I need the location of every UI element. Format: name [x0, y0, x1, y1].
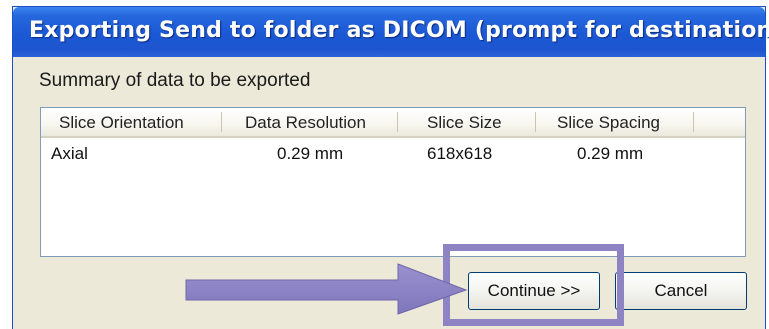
column-header-data-resolution[interactable]: Data Resolution — [245, 113, 366, 133]
column-header-slice-spacing[interactable]: Slice Spacing — [557, 113, 660, 133]
title-bar[interactable]: Exporting Send to folder as DICOM (promp… — [13, 7, 769, 57]
export-summary-list[interactable]: Slice Orientation Data Resolution Slice … — [40, 107, 746, 257]
cell-slice-spacing: 0.29 mm — [577, 144, 644, 163]
column-divider[interactable] — [397, 112, 398, 132]
window-title: Exporting Send to folder as DICOM (promp… — [29, 18, 769, 43]
cancel-button[interactable]: Cancel — [615, 272, 747, 310]
column-header-slice-size[interactable]: Slice Size — [427, 113, 502, 133]
column-divider[interactable] — [693, 112, 694, 132]
column-divider[interactable] — [221, 112, 222, 132]
screenshot-stage: Exporting Send to folder as DICOM (promp… — [0, 0, 769, 329]
column-header-slice-orientation[interactable]: Slice Orientation — [59, 113, 184, 133]
list-header: Slice Orientation Data Resolution Slice … — [41, 108, 745, 138]
annotation-highlight-box — [443, 244, 624, 326]
summary-label: Summary of data to be exported — [39, 70, 311, 91]
column-divider[interactable] — [535, 112, 536, 132]
arrow-right-icon — [185, 263, 468, 315]
cell-slice-size: 618x618 — [427, 144, 493, 163]
cell-slice-orientation: Axial — [51, 144, 88, 163]
cell-data-resolution: 0.29 mm — [277, 144, 344, 163]
